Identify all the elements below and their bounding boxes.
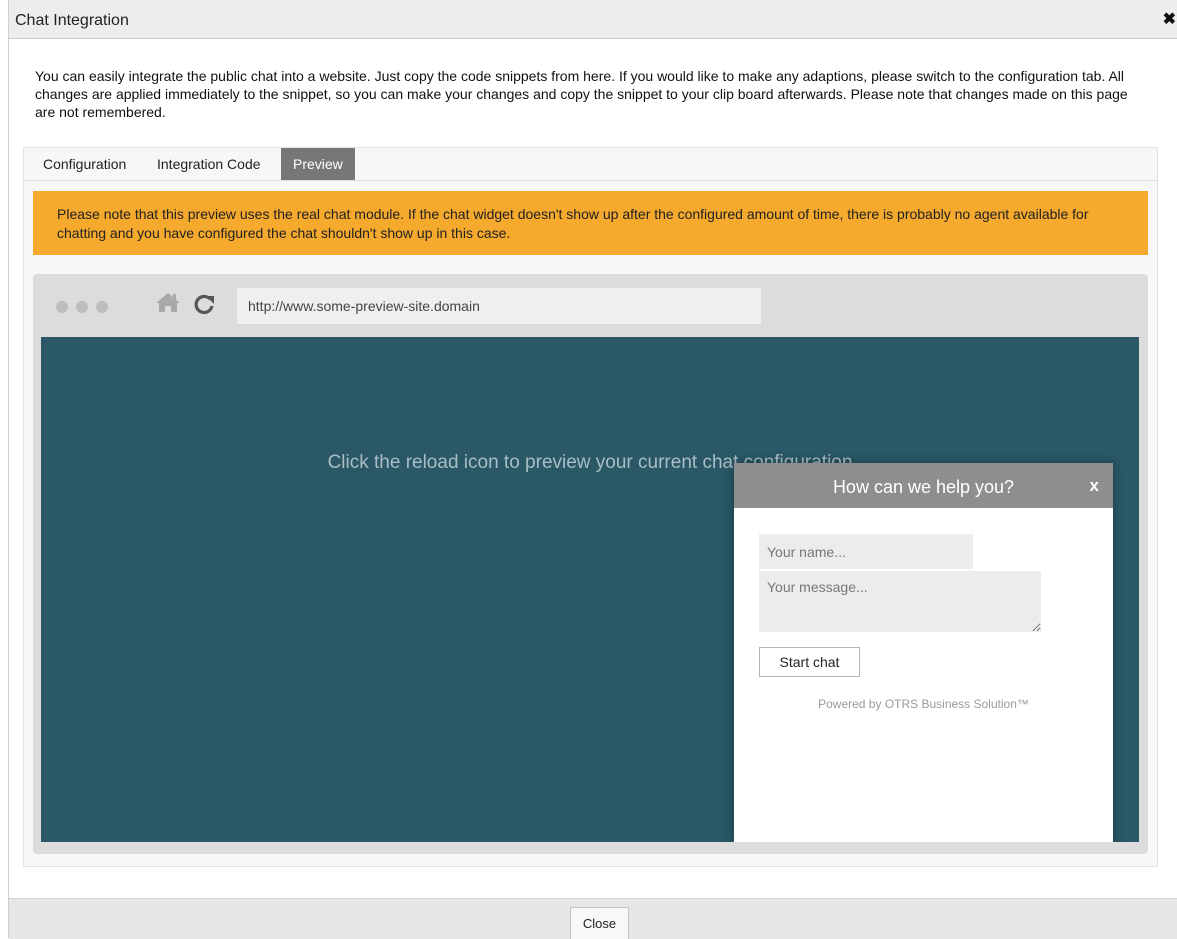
tab-bar: Configuration Integration Code Preview <box>24 148 1157 181</box>
chat-widget-header: How can we help you? x <box>734 463 1113 508</box>
window-dot-icon <box>56 301 68 313</box>
chat-widget-close-icon[interactable]: x <box>1090 476 1099 496</box>
home-icon[interactable] <box>155 291 181 313</box>
intro-text: You can easily integrate the public chat… <box>35 68 1128 120</box>
browser-mockup: http://www.some-preview-site.domain Clic… <box>33 274 1148 854</box>
close-button[interactable]: Close <box>570 907 629 939</box>
dialog-footer: Close <box>9 898 1177 939</box>
preview-notice: Please note that this preview uses the r… <box>33 191 1148 255</box>
dialog-title: Chat Integration <box>15 12 129 29</box>
chat-widget-title: How can we help you? <box>832 477 1015 497</box>
powered-by-text: Powered by OTRS Business Solution™ <box>818 697 1029 711</box>
window-dot-icon <box>96 301 108 313</box>
chat-widget: How can we help you? x Start chat Powere… <box>734 463 1113 842</box>
tabs-panel: Configuration Integration Code Preview P… <box>23 147 1158 867</box>
chat-integration-dialog: Chat Integration ✖ You can easily integr… <box>8 0 1177 939</box>
dialog-close-icon[interactable]: ✖ <box>1163 12 1176 28</box>
tab-preview[interactable]: Preview <box>281 148 355 180</box>
chat-name-input[interactable] <box>759 534 973 569</box>
start-chat-button[interactable]: Start chat <box>759 647 860 677</box>
chat-message-input[interactable] <box>759 571 1041 632</box>
preview-viewport: Click the reload icon to preview your cu… <box>41 337 1139 842</box>
dialog-titlebar: Chat Integration ✖ <box>9 0 1177 39</box>
tab-configuration[interactable]: Configuration <box>31 148 138 180</box>
reload-icon[interactable] <box>193 293 215 315</box>
url-bar[interactable]: http://www.some-preview-site.domain <box>237 288 761 324</box>
window-dot-icon <box>76 301 88 313</box>
tab-integration-code[interactable]: Integration Code <box>145 148 273 180</box>
